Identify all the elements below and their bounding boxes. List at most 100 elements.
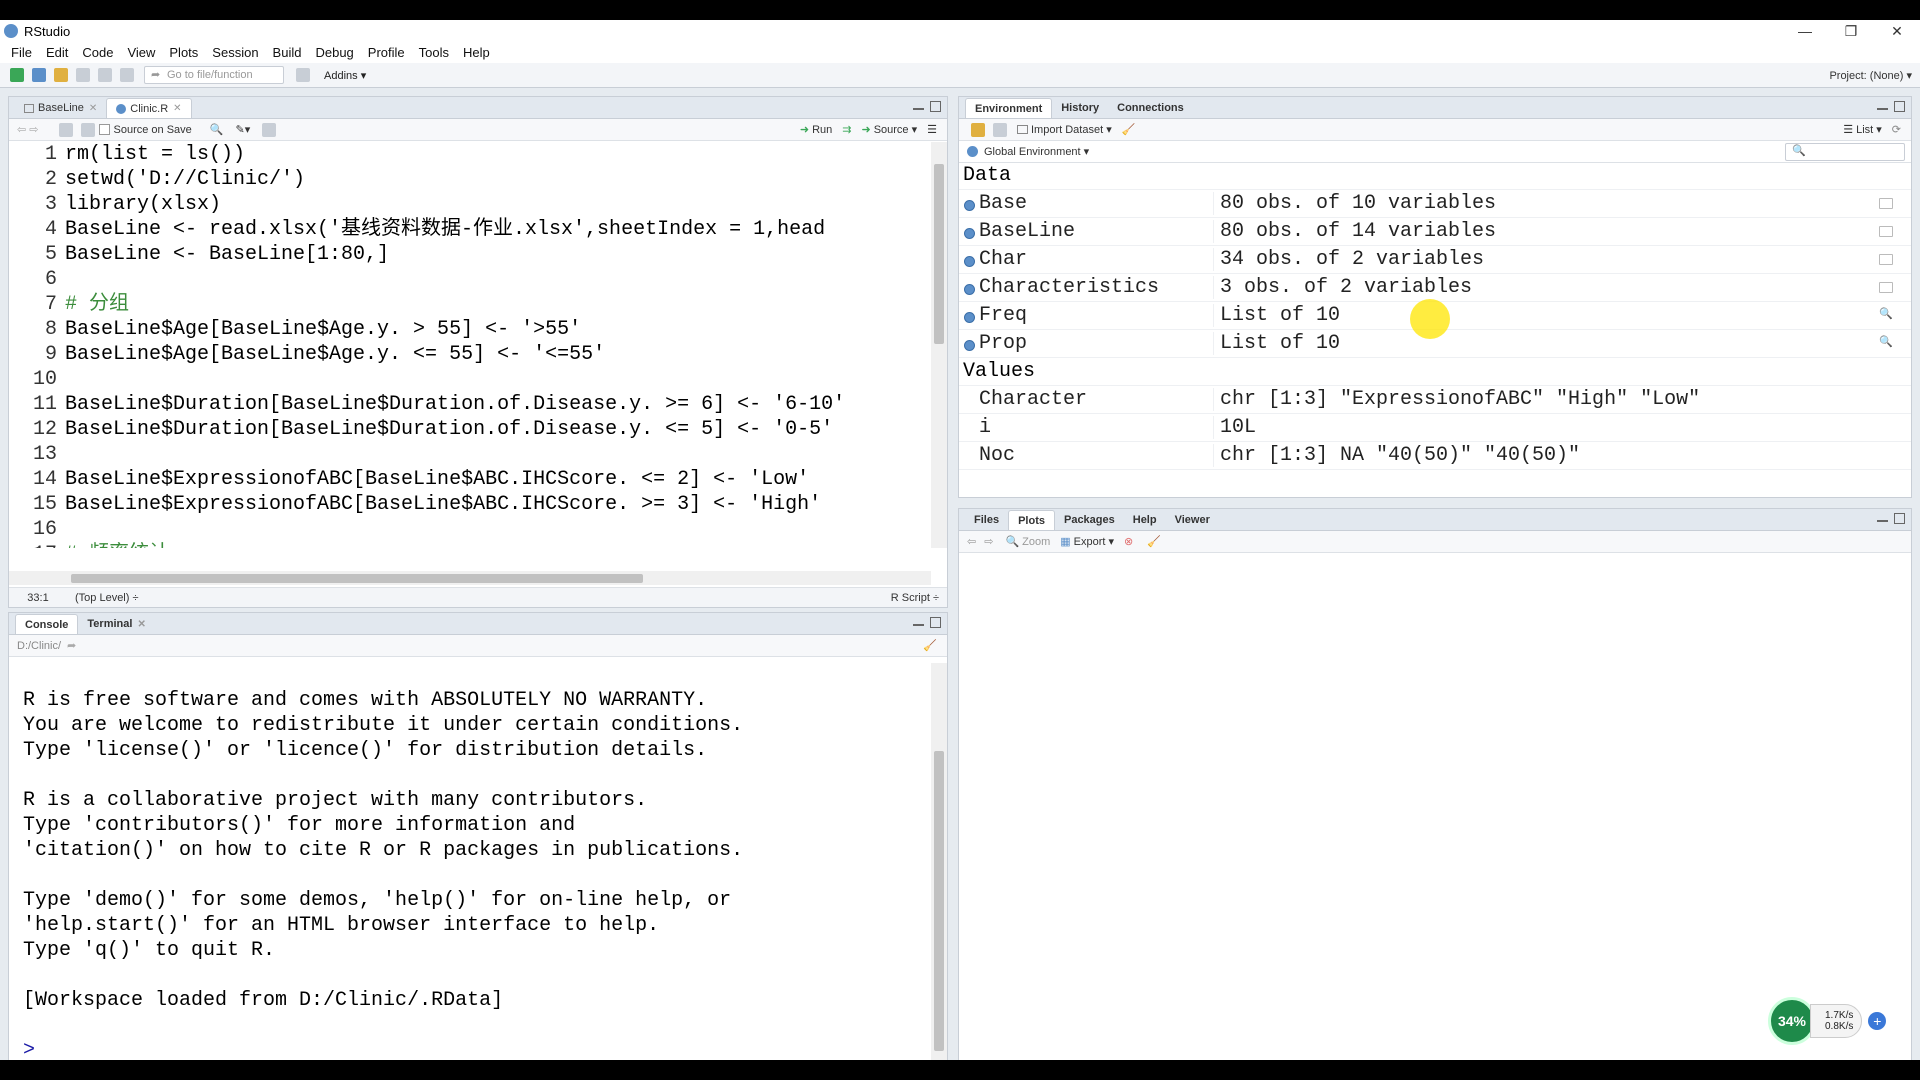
close-tab-icon[interactable]: ✕ xyxy=(173,103,181,114)
tab-terminal[interactable]: Terminal ✕ xyxy=(78,614,154,634)
environment-scope-selector[interactable]: Global Environment ▾ xyxy=(984,145,1089,158)
save-icon[interactable] xyxy=(76,68,90,82)
tab-plots[interactable]: Plots xyxy=(1008,510,1055,530)
menu-build[interactable]: Build xyxy=(266,45,309,60)
tab-connections[interactable]: Connections xyxy=(1108,98,1193,118)
console-prompt[interactable]: > xyxy=(23,1038,929,1060)
maximize-pane-icon[interactable] xyxy=(1894,101,1905,112)
scroll-thumb[interactable] xyxy=(934,164,944,344)
minimize-pane-icon[interactable] xyxy=(1877,106,1888,110)
close-tab-icon[interactable]: ✕ xyxy=(137,619,145,630)
previous-plot-icon[interactable]: ⇦ xyxy=(967,535,976,548)
view-list-icon[interactable]: 🔍 xyxy=(1879,307,1893,321)
new-project-icon[interactable] xyxy=(32,68,46,82)
document-outline-icon[interactable]: ☰ xyxy=(927,123,937,136)
save-workspace-icon[interactable] xyxy=(993,122,1007,137)
show-in-window-icon[interactable] xyxy=(58,122,73,137)
editor-vertical-scrollbar[interactable] xyxy=(931,142,947,548)
addins-menu[interactable]: Addins ▾ xyxy=(324,69,366,82)
environment-row[interactable]: Char 34 obs. of 2 variables xyxy=(959,246,1911,274)
file-type-selector[interactable]: R Script ÷ xyxy=(891,592,947,604)
project-menu[interactable]: Project: (None) ▾ xyxy=(1829,69,1912,82)
import-dataset-button[interactable]: Import Dataset ▾ xyxy=(1017,123,1112,136)
tab-files[interactable]: Files xyxy=(965,510,1008,530)
view-table-icon[interactable] xyxy=(1879,254,1893,265)
console-vertical-scrollbar[interactable] xyxy=(931,663,947,1060)
next-plot-icon[interactable]: ⇨ xyxy=(984,535,993,548)
menu-code[interactable]: Code xyxy=(75,45,120,60)
code-tools-icon[interactable]: ✎▾ xyxy=(235,123,250,136)
tab-history[interactable]: History xyxy=(1052,98,1108,118)
minimize-button[interactable]: — xyxy=(1782,20,1828,42)
source-button[interactable]: ➜ Source ▾ xyxy=(861,123,917,136)
maximize-pane-icon[interactable] xyxy=(1894,513,1905,524)
minimize-pane-icon[interactable] xyxy=(1877,518,1888,522)
environment-row[interactable]: Base 80 obs. of 10 variables xyxy=(959,190,1911,218)
restore-button[interactable]: ❐ xyxy=(1828,20,1874,42)
expand-widget-button[interactable]: + xyxy=(1868,1012,1887,1030)
expand-icon[interactable] xyxy=(964,284,975,295)
environment-search-input[interactable]: 🔍 xyxy=(1785,143,1905,161)
scroll-thumb[interactable] xyxy=(71,574,643,583)
zoom-button[interactable]: 🔍 Zoom xyxy=(1005,535,1050,549)
close-button[interactable]: ✕ xyxy=(1874,20,1920,42)
environment-row[interactable]: Character chr [1:3] "ExpressionofABC" "Hi… xyxy=(959,386,1911,414)
tab-packages[interactable]: Packages xyxy=(1055,510,1124,530)
scope-selector[interactable]: (Top Level) ÷ xyxy=(67,592,139,604)
expand-icon[interactable] xyxy=(964,340,975,351)
run-button[interactable]: ➜ Run xyxy=(800,123,832,137)
menu-session[interactable]: Session xyxy=(205,45,265,60)
expand-icon[interactable] xyxy=(964,256,975,267)
search-icon[interactable]: 🔍 xyxy=(210,123,224,136)
environment-row[interactable]: Characteristics 3 obs. of 2 variables xyxy=(959,274,1911,302)
tab-baseline[interactable]: BaseLine ✕ xyxy=(15,98,106,118)
tab-clinic-r[interactable]: Clinic.R ✕ xyxy=(106,98,192,118)
minimize-pane-icon[interactable] xyxy=(913,106,924,110)
save-all-icon[interactable] xyxy=(98,68,112,82)
maximize-pane-icon[interactable] xyxy=(930,617,941,628)
menu-debug[interactable]: Debug xyxy=(308,45,360,60)
console-output[interactable]: R is free software and comes with ABSOLU… xyxy=(9,663,929,1060)
scroll-thumb[interactable] xyxy=(934,751,944,1051)
refresh-icon[interactable]: ⟳ xyxy=(1892,123,1901,136)
menu-help[interactable]: Help xyxy=(456,45,497,60)
menu-tools[interactable]: Tools xyxy=(412,45,456,60)
menu-plots[interactable]: Plots xyxy=(162,45,205,60)
tab-environment[interactable]: Environment xyxy=(965,98,1053,118)
new-file-icon[interactable] xyxy=(10,68,24,82)
goto-file-input[interactable]: Go to file/function xyxy=(144,66,284,84)
tab-help[interactable]: Help xyxy=(1124,510,1166,530)
go-to-directory-icon[interactable]: ➦ xyxy=(67,639,76,652)
environment-row[interactable]: Noc chr [1:3] NA "40(50)" "40(50)" xyxy=(959,442,1911,470)
expand-icon[interactable] xyxy=(964,228,975,239)
close-tab-icon[interactable]: ✕ xyxy=(89,103,97,114)
menu-file[interactable]: File xyxy=(4,45,39,60)
rerun-button[interactable]: ⇉ xyxy=(842,123,851,136)
view-table-icon[interactable] xyxy=(1879,226,1893,237)
back-forward-icon[interactable]: ⇦ ⇨ xyxy=(17,123,39,136)
remove-plot-icon[interactable]: ⊗ xyxy=(1124,535,1133,548)
compile-report-icon[interactable] xyxy=(262,122,277,137)
view-table-icon[interactable] xyxy=(1879,282,1893,293)
workspace-panes-icon[interactable] xyxy=(296,68,310,82)
environment-row[interactable]: i 10L xyxy=(959,414,1911,442)
editor-horizontal-scrollbar[interactable] xyxy=(9,571,931,585)
menu-profile[interactable]: Profile xyxy=(361,45,412,60)
clear-plots-icon[interactable]: 🧹 xyxy=(1147,535,1161,548)
expand-icon[interactable] xyxy=(964,312,975,323)
tab-viewer[interactable]: Viewer xyxy=(1166,510,1219,530)
menu-view[interactable]: View xyxy=(120,45,162,60)
open-file-icon[interactable] xyxy=(54,68,68,82)
expand-icon[interactable] xyxy=(964,200,975,211)
tab-console[interactable]: Console xyxy=(15,614,79,634)
menu-edit[interactable]: Edit xyxy=(39,45,75,60)
network-monitor-widget[interactable]: 34% 1.7K/s 0.8K/s + xyxy=(1768,997,1898,1045)
source-on-save-checkbox[interactable] xyxy=(98,124,110,135)
maximize-pane-icon[interactable] xyxy=(930,101,941,112)
environment-row[interactable]: BaseLine 80 obs. of 14 variables xyxy=(959,218,1911,246)
code-editor[interactable]: 1 rm(list = ls()) 2 setwd('D://Clinic/') 3 li… xyxy=(9,142,929,548)
view-list-icon[interactable]: 🔍 xyxy=(1879,335,1893,349)
save-file-icon[interactable] xyxy=(80,122,95,137)
print-icon[interactable] xyxy=(120,68,134,82)
minimize-pane-icon[interactable] xyxy=(913,622,924,626)
